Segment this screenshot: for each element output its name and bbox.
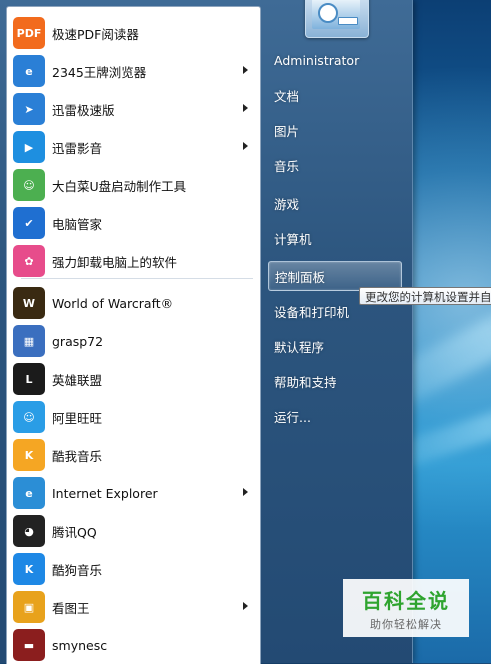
right-menu-item[interactable]: 默认程序 bbox=[268, 331, 402, 361]
thunder-icon: ➤ bbox=[13, 93, 45, 125]
program-item[interactable]: ✿ 强力卸载电脑上的软件 bbox=[11, 243, 256, 279]
right-menu-item[interactable]: 游戏 bbox=[268, 188, 402, 218]
program-item[interactable]: ▣ 看图王 bbox=[11, 589, 256, 625]
submenu-arrow-icon[interactable] bbox=[243, 602, 248, 610]
program-item[interactable]: ◕ 腾讯QQ bbox=[11, 513, 256, 549]
program-label: smynesc bbox=[52, 637, 108, 653]
program-label: 强力卸载电脑上的软件 bbox=[52, 254, 178, 270]
program-item[interactable]: K 酷狗音乐 bbox=[11, 551, 256, 587]
program-label: grasp72 bbox=[52, 333, 104, 349]
program-label: 酷狗音乐 bbox=[52, 562, 103, 578]
programs-pane: PDF 极速PDF阅读器 e 2345王牌浏览器 ➤ 迅雷极速版 ▶ 迅雷影音 ☺ 大白菜U盘启动… bbox=[6, 6, 261, 664]
control-panel-tooltip: 更改您的计算机设置并自 bbox=[359, 287, 491, 305]
program-item[interactable]: ▶ 迅雷影音 bbox=[11, 129, 256, 165]
program-item[interactable]: ✔ 电脑管家 bbox=[11, 205, 256, 241]
program-label: 电脑管家 bbox=[52, 216, 103, 232]
program-item[interactable]: e Internet Explorer bbox=[11, 475, 256, 511]
user-picture[interactable] bbox=[305, 0, 369, 38]
grasp-icon: ▦ bbox=[13, 325, 45, 357]
user-picture-icon bbox=[312, 0, 360, 29]
smynesc-icon: ▬ bbox=[13, 629, 45, 661]
program-item[interactable]: e 2345王牌浏览器 bbox=[11, 53, 256, 89]
right-menu-item[interactable]: 音乐 bbox=[268, 150, 402, 180]
program-item[interactable]: ☺ 阿里旺旺 bbox=[11, 399, 256, 435]
kuwo-music-icon: K bbox=[13, 439, 45, 471]
browser-2345-icon: e bbox=[13, 55, 45, 87]
watermark-logo: 百科全说 助你轻松解决 bbox=[343, 579, 469, 637]
internet-explorer-icon: e bbox=[13, 477, 45, 509]
program-item[interactable]: PDF 极速PDF阅读器 bbox=[11, 15, 256, 51]
start-menu: PDF 极速PDF阅读器 e 2345王牌浏览器 ➤ 迅雷极速版 ▶ 迅雷影音 ☺ 大白菜U盘启动… bbox=[0, 0, 413, 664]
qq-penguin-icon: ◕ bbox=[13, 515, 45, 547]
image-viewer-icon: ▣ bbox=[13, 591, 45, 623]
right-menu-item[interactable]: 文档 bbox=[268, 80, 402, 110]
right-menu-item[interactable]: 图片 bbox=[268, 115, 402, 145]
program-label: 看图王 bbox=[52, 600, 90, 616]
program-label: World of Warcraft® bbox=[52, 295, 174, 311]
program-label: 2345王牌浏览器 bbox=[52, 64, 147, 80]
thunder-player-icon: ▶ bbox=[13, 131, 45, 163]
cabbage-usb-icon: ☺ bbox=[13, 169, 45, 201]
league-of-legends-icon: L bbox=[13, 363, 45, 395]
program-label: 腾讯QQ bbox=[52, 524, 97, 540]
program-item[interactable]: ☺ 大白菜U盘启动制作工具 bbox=[11, 167, 256, 203]
right-menu-item[interactable]: 运行... bbox=[268, 401, 402, 431]
program-item[interactable]: L 英雄联盟 bbox=[11, 361, 256, 397]
pdf-reader-icon: PDF bbox=[13, 17, 45, 49]
warcraft-icon: W bbox=[13, 287, 45, 319]
submenu-arrow-icon[interactable] bbox=[243, 104, 248, 112]
watermark-title: 百科全说 bbox=[362, 588, 450, 613]
right-menu-item[interactable]: 帮助和支持 bbox=[268, 366, 402, 396]
aliwangwang-icon: ☺ bbox=[13, 401, 45, 433]
uninstall-icon: ✿ bbox=[13, 245, 45, 277]
program-label: 阿里旺旺 bbox=[52, 410, 103, 426]
right-menu-item[interactable]: 计算机 bbox=[268, 223, 402, 253]
submenu-arrow-icon[interactable] bbox=[243, 488, 248, 496]
program-label: 大白菜U盘启动制作工具 bbox=[52, 178, 187, 194]
watermark-subtitle: 助你轻松解决 bbox=[370, 617, 442, 631]
program-item[interactable]: W World of Warcraft® bbox=[11, 285, 256, 321]
program-item[interactable]: ▦ grasp72 bbox=[11, 323, 256, 359]
program-item[interactable]: K 酷我音乐 bbox=[11, 437, 256, 473]
pinned-separator bbox=[21, 278, 253, 279]
kugou-music-icon: K bbox=[13, 553, 45, 585]
pc-manager-icon: ✔ bbox=[13, 207, 45, 239]
right-menu-item[interactable]: Administrator bbox=[268, 45, 402, 75]
program-label: 迅雷影音 bbox=[52, 140, 103, 156]
submenu-arrow-icon[interactable] bbox=[243, 142, 248, 150]
program-label: 极速PDF阅读器 bbox=[52, 26, 139, 42]
program-label: 英雄联盟 bbox=[52, 372, 103, 388]
program-label: Internet Explorer bbox=[52, 485, 158, 501]
program-item[interactable]: ➤ 迅雷极速版 bbox=[11, 91, 256, 127]
program-item[interactable]: ▬ smynesc bbox=[11, 627, 256, 663]
program-label: 迅雷极速版 bbox=[52, 102, 115, 118]
program-label: 酷我音乐 bbox=[52, 448, 103, 464]
submenu-arrow-icon[interactable] bbox=[243, 66, 248, 74]
